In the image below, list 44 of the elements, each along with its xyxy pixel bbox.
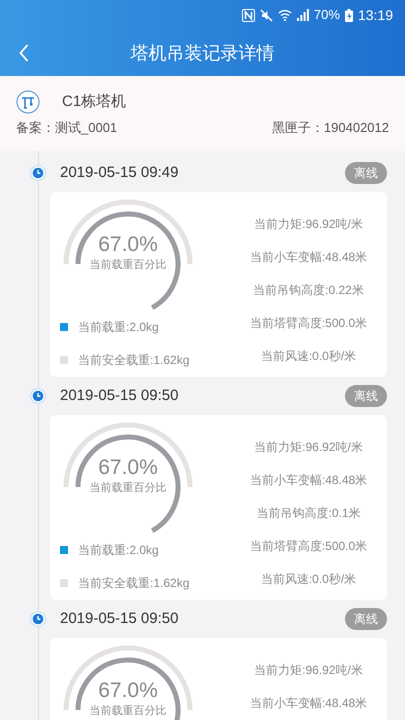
clock-icon — [30, 611, 46, 627]
legend-label: 当前载重:2.0kg — [78, 542, 159, 560]
metric-text: 当前小车变幅:48.48米 — [250, 695, 368, 712]
battery-icon — [344, 8, 353, 22]
metric-text: 当前塔臂高度:500.0米 — [250, 315, 368, 332]
crane-icon — [16, 90, 40, 114]
clock-time: 13:19 — [358, 6, 393, 24]
signal-icon — [296, 9, 309, 21]
record-datetime: 2019-05-15 09:50 — [60, 386, 180, 406]
metric-text: 当前风速:0.0秒/米 — [260, 571, 356, 588]
gauge-percent: 67.0% — [98, 678, 158, 704]
metric-text: 当前吊钩高度:0.22米 — [253, 282, 364, 299]
status-badge: 离线 — [345, 608, 387, 630]
gauge-label: 当前载重百分比 — [90, 481, 166, 495]
metric-text: 当前吊钩高度:0.1米 — [256, 505, 360, 522]
metric-text: 当前风速:0.0秒/米 — [260, 348, 356, 365]
clock-icon — [30, 165, 46, 181]
record-number: 备案：测试_0001 — [16, 118, 118, 137]
status-badge: 离线 — [345, 385, 387, 407]
device-id: 黑匣子：190402012 — [272, 118, 389, 137]
metric-text: 当前力矩:96.92吨/米 — [254, 439, 363, 456]
metric-text: 当前小车变幅:48.48米 — [250, 472, 368, 489]
gauge-label: 当前载重百分比 — [90, 704, 166, 718]
clock-icon — [30, 388, 46, 404]
legend-label: 当前载重:2.0kg — [78, 319, 159, 336]
legend-label: 当前安全载重:1.62kg — [78, 352, 190, 369]
gauge-percent: 67.0% — [98, 455, 158, 481]
gauge-percent: 67.0% — [98, 232, 158, 258]
crane-name: C1栋塔机 — [62, 92, 126, 112]
status-badge: 离线 — [345, 162, 387, 184]
metric-text: 当前力矩:96.92吨/米 — [254, 216, 363, 233]
mute-icon — [260, 8, 273, 22]
page-title: 塔机吊装记录详情 — [130, 42, 274, 64]
back-icon — [19, 44, 29, 62]
nfc-icon — [242, 8, 255, 22]
metric-text: 当前塔臂高度:500.0米 — [250, 538, 368, 555]
record-datetime: 2019-05-15 09:49 — [60, 162, 180, 183]
wifi-icon — [278, 9, 292, 21]
gauge-label: 当前载重百分比 — [90, 258, 166, 272]
legend-label: 当前安全载重:1.62kg — [78, 574, 190, 592]
metric-text: 当前力矩:96.92吨/米 — [254, 662, 363, 679]
battery-percent: 70% — [314, 6, 340, 24]
record-datetime: 2019-05-15 09:50 — [60, 608, 180, 629]
metric-text: 当前小车变幅:48.48米 — [250, 249, 368, 266]
